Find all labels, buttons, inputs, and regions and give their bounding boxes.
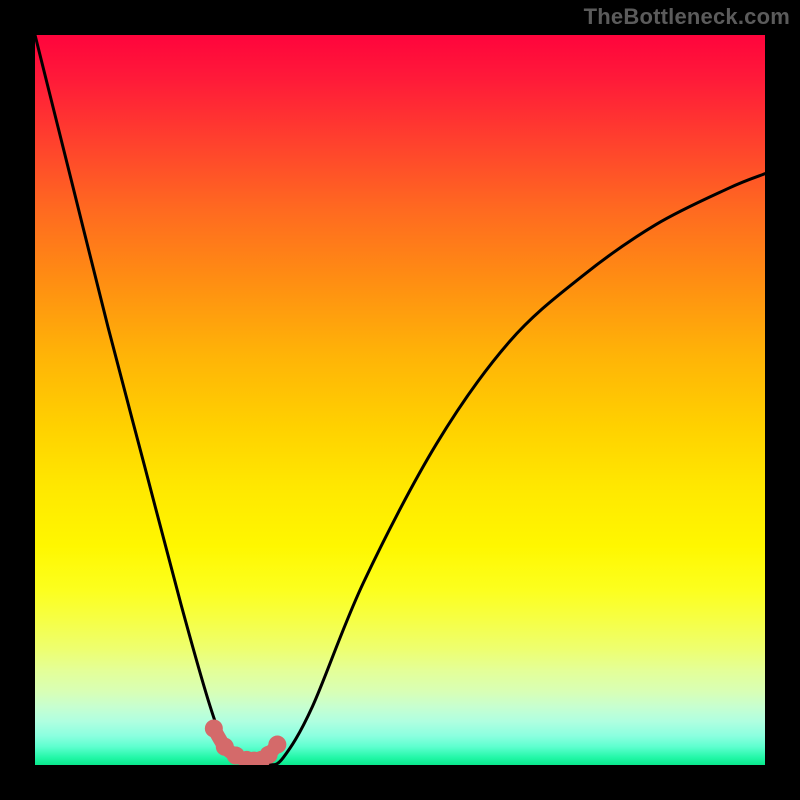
bottleneck-curve-path: [35, 35, 765, 765]
minimum-region-markers: [205, 720, 287, 766]
chart-frame: TheBottleneck.com: [0, 0, 800, 800]
minimum-marker: [268, 736, 286, 754]
plot-area: [35, 35, 765, 765]
minimum-marker: [205, 720, 223, 738]
attribution-text: TheBottleneck.com: [584, 4, 790, 30]
chart-svg: [35, 35, 765, 765]
